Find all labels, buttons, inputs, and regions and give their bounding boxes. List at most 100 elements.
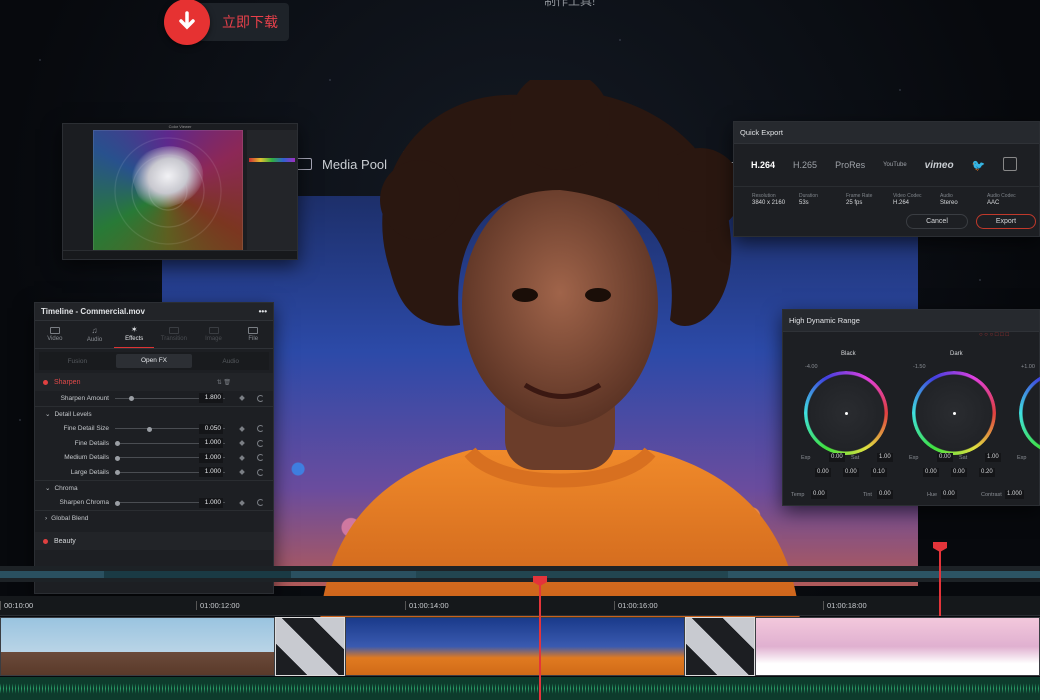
param-value[interactable]: 1.000	[199, 452, 223, 463]
playhead-handle[interactable]	[533, 576, 547, 586]
enable-toggle-icon[interactable]	[43, 379, 48, 385]
reset-icon[interactable]	[257, 468, 264, 476]
format-h264[interactable]: H.264	[742, 160, 784, 170]
group-label: Global Blend	[51, 515, 89, 522]
param-value[interactable]: 1.000	[199, 467, 223, 478]
temp-value[interactable]: 0.00	[811, 490, 827, 499]
param-value[interactable]: 1.800	[199, 393, 223, 404]
meta-value: Stereo	[940, 200, 958, 206]
wheel-range-dark: -1.50	[913, 364, 926, 370]
slider-knob[interactable]	[115, 470, 120, 475]
transition-clip[interactable]	[685, 617, 755, 676]
subtab-audio[interactable]: Audio	[192, 358, 269, 365]
tab-image[interactable]: Image	[194, 321, 234, 348]
format-vimeo[interactable]: vimeo	[916, 160, 963, 171]
zone-selector-icons[interactable]: ○ ○ ○ □ □ □	[979, 332, 1009, 338]
wheel-label-black: Black	[841, 351, 856, 357]
contrast-value[interactable]: 1.000	[1005, 490, 1025, 499]
effect-header-beauty[interactable]: Beauty	[35, 532, 273, 550]
group-global-blend[interactable]: › Global Blend	[35, 510, 273, 526]
group-detail-levels[interactable]: ⌄ Detail Levels	[35, 405, 273, 422]
wheel-puck[interactable]	[845, 412, 848, 415]
keyframe-icon[interactable]	[239, 425, 245, 432]
param-value[interactable]: 1.000	[199, 497, 223, 508]
exp-label: Exp	[1017, 455, 1027, 461]
more-options-icon[interactable]: •••	[259, 307, 267, 316]
transition-clip[interactable]	[275, 617, 345, 676]
reset-icon[interactable]	[257, 499, 264, 507]
tab-effects[interactable]: ✶ Effects	[114, 321, 155, 348]
video-clip-title[interactable]	[755, 617, 1040, 676]
reset-icon[interactable]	[257, 394, 264, 402]
keyframe-icon[interactable]	[239, 469, 245, 476]
inspector-header: Timeline - Commercial.mov •••	[35, 303, 273, 321]
wheel-range-black: -4.00	[805, 364, 818, 370]
y-value[interactable]: 0.00	[843, 468, 859, 477]
keyframe-icon[interactable]	[239, 454, 245, 461]
effect-header-sharpen[interactable]: Sharpen ⇅ 🗑	[35, 373, 273, 391]
keyframe-icon[interactable]	[239, 395, 245, 402]
tint-value[interactable]: 0.00	[877, 490, 893, 499]
slider-knob[interactable]	[129, 396, 134, 401]
enable-toggle-icon[interactable]	[43, 538, 48, 544]
x-value[interactable]: 0.00	[815, 468, 831, 477]
tab-file[interactable]: File	[233, 321, 273, 348]
effect-updown-icon[interactable]: ⇅ 🗑	[217, 379, 231, 386]
exp-value[interactable]: 0.00	[829, 453, 845, 462]
param-value[interactable]: 1.000	[199, 438, 223, 449]
keyframe-icon[interactable]	[239, 499, 245, 506]
exp-value[interactable]: 0.00	[937, 453, 953, 462]
timecode-label: 00:10:00	[0, 601, 33, 610]
slider-knob[interactable]	[147, 426, 152, 432]
subtab-open-fx[interactable]: Open FX	[115, 354, 193, 368]
y-value[interactable]: 0.00	[951, 468, 967, 477]
z-value[interactable]: 0.10	[871, 468, 887, 477]
contrast-label: Contrast	[981, 492, 1002, 498]
tab-video[interactable]: Video	[35, 321, 75, 348]
file-icon	[248, 327, 259, 334]
frameio-icon[interactable]	[994, 157, 1026, 173]
keyframe-icon[interactable]	[239, 440, 245, 447]
reset-icon[interactable]	[257, 439, 264, 447]
tab-image-label: Image	[205, 336, 222, 342]
cancel-button[interactable]: Cancel	[906, 214, 968, 229]
param-value[interactable]: 0.050	[199, 423, 223, 434]
scope-side-controls[interactable]	[247, 130, 297, 252]
sat-value[interactable]: 1.00	[877, 453, 893, 462]
quick-export-panel: Quick Export H.264 H.265 ProRes YouTube …	[733, 121, 1040, 237]
x-value[interactable]: 0.00	[923, 468, 939, 477]
audio-track[interactable]	[0, 677, 1040, 700]
chevron-right-icon: ›	[45, 515, 48, 522]
color-wheel-light[interactable]	[1019, 371, 1040, 455]
export-button[interactable]: Export	[976, 214, 1036, 229]
slider-knob[interactable]	[115, 441, 120, 446]
reset-icon[interactable]	[257, 425, 264, 433]
slider-knob[interactable]	[115, 455, 120, 461]
group-chroma[interactable]: ⌄ Chroma	[35, 479, 273, 496]
format-h265[interactable]: H.265	[784, 160, 826, 170]
subtab-fusion[interactable]: Fusion	[39, 358, 116, 365]
tab-audio[interactable]: ♫ Audio	[75, 321, 115, 348]
marker-line[interactable]	[939, 546, 941, 616]
hue-value[interactable]: 0.00	[941, 490, 957, 499]
timecode-ruler[interactable]	[0, 596, 1040, 616]
export-formats: H.264 H.265 ProRes YouTube vimeo 🐦	[734, 152, 1039, 178]
sat-value[interactable]: 1.00	[985, 453, 1001, 462]
meta-value: AAC	[987, 200, 1000, 206]
format-youtube[interactable]: YouTube	[874, 162, 916, 168]
video-clip-laughing[interactable]	[0, 617, 275, 676]
twitter-icon[interactable]: 🐦	[963, 159, 995, 172]
tab-transition[interactable]: Transition	[154, 321, 194, 348]
slider-knob[interactable]	[115, 500, 120, 506]
effects-subtabs: Fusion Open FX Audio	[39, 352, 269, 370]
video-clip-portrait[interactable]	[345, 617, 685, 676]
playhead-line[interactable]	[539, 576, 541, 700]
z-value[interactable]: 0.20	[979, 468, 995, 477]
param-label: Sharpen Chroma	[59, 499, 110, 507]
wheel-puck[interactable]	[953, 412, 956, 415]
format-prores[interactable]: ProRes	[826, 160, 874, 170]
group-label: Chroma	[54, 484, 78, 492]
param-label: Medium Details	[64, 454, 109, 462]
download-button[interactable]: 立即下载	[164, 0, 289, 45]
reset-icon[interactable]	[257, 454, 264, 462]
